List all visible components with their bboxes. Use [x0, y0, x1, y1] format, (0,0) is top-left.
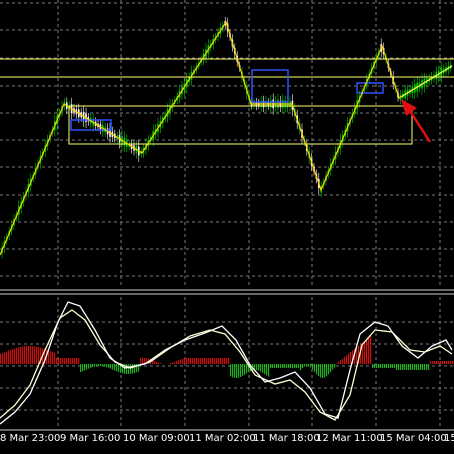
- trend-line[interactable]: [400, 65, 453, 98]
- blue-boxes: [70, 69, 384, 131]
- annotation-arrow[interactable]: [401, 99, 432, 143]
- time-label: 8 Mar 23:00: [0, 433, 61, 444]
- time-label: 10 Mar 09:00: [123, 433, 190, 444]
- price-chart[interactable]: [0, 0, 454, 454]
- rectangle-zone[interactable]: [0, 58, 454, 145]
- oscillator-histogram: [0, 336, 454, 378]
- time-label: 9 Mar 16:00: [60, 433, 121, 444]
- time-label: 15 Mar 04:00: [380, 433, 447, 444]
- time-label: 11 Mar 18:00: [253, 433, 320, 444]
- time-label: 11 Mar 02:00: [189, 433, 256, 444]
- time-label: 15: [444, 433, 454, 444]
- time-label: 12 Mar 11:00: [316, 433, 383, 444]
- chart-window[interactable]: 8 Mar 23:00 9 Mar 16:00 10 Mar 09:00 11 …: [0, 0, 454, 454]
- zigzag-line[interactable]: [0, 20, 453, 256]
